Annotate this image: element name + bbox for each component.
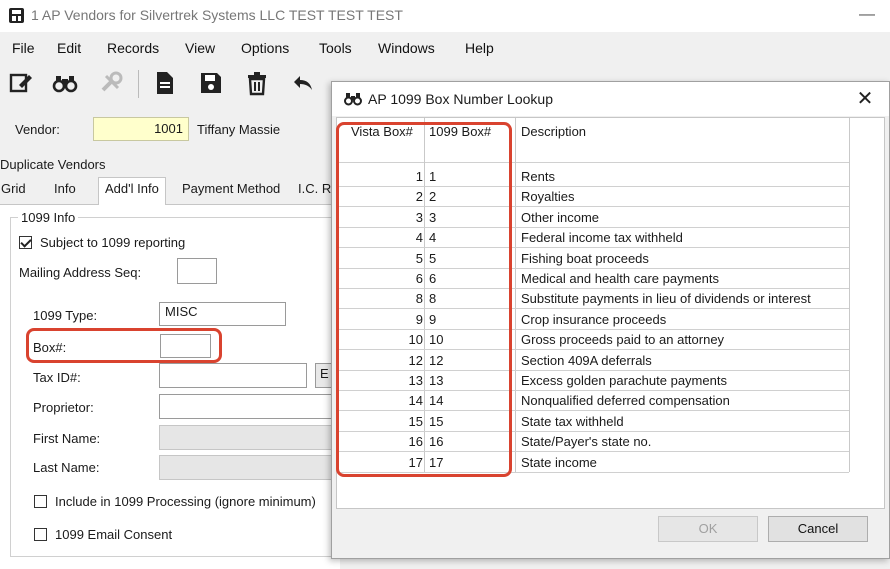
tax-id-label: Tax ID#:: [33, 370, 81, 385]
first-name-field: [159, 425, 334, 450]
vendor-label: Vendor:: [15, 122, 60, 137]
disabled-tools-icon: [98, 70, 124, 96]
tax-id-field[interactable]: [159, 363, 307, 388]
tab-payment-method[interactable]: Payment Method: [182, 181, 280, 196]
description-cell: Fishing boat proceeds: [521, 250, 649, 266]
type-1099-label: 1099 Type:: [33, 308, 98, 323]
document-icon[interactable]: [152, 70, 178, 96]
description-cell: Rents: [521, 169, 555, 184]
description-cell: Royalties: [521, 189, 575, 205]
menu-file[interactable]: File: [12, 40, 35, 56]
box-lookup-dialog: AP 1099 Box Number Lookup ✕ Vista Box# 1…: [331, 81, 890, 559]
description-cell: Section 409A deferrals: [521, 352, 652, 368]
mailing-seq-label: Mailing Address Seq:: [19, 265, 142, 280]
menu-edit[interactable]: Edit: [57, 40, 81, 56]
description-cell: State/Payer's state no.: [521, 434, 652, 450]
tab-ic-r[interactable]: I.C. R: [298, 181, 331, 196]
undo-icon[interactable]: [290, 70, 316, 96]
include-1099-checkbox[interactable]: [34, 495, 47, 508]
vendor-number-field[interactable]: 1001: [93, 117, 189, 141]
tab-addl-info[interactable]: Add'l Info: [98, 177, 166, 205]
menu-options[interactable]: Options: [241, 40, 289, 56]
minimize-button[interactable]: —: [852, 2, 882, 28]
highlight-box-field: [26, 328, 222, 363]
find-icon[interactable]: [52, 70, 78, 96]
menu-windows[interactable]: Windows: [378, 40, 435, 56]
column-header-description[interactable]: Description: [521, 124, 586, 139]
window-title: 1 AP Vendors for Silvertrek Systems LLC …: [31, 7, 403, 23]
tab-duplicate-vendors[interactable]: Duplicate Vendors: [0, 157, 106, 172]
description-cell: Substitute payments in lieu of dividends…: [521, 291, 811, 307]
app-icon: [8, 7, 25, 24]
last-name-field: [159, 455, 334, 480]
last-name-label: Last Name:: [33, 460, 100, 475]
edit-icon[interactable]: [8, 70, 34, 96]
first-name-label: First Name:: [33, 431, 101, 446]
menu-tools[interactable]: Tools: [319, 40, 352, 56]
description-cell: Nonqualified deferred compensation: [521, 393, 730, 409]
subject-1099-checkbox[interactable]: [19, 236, 32, 249]
proprietor-label: Proprietor:: [33, 400, 94, 415]
email-consent-checkbox[interactable]: [34, 528, 47, 541]
tab-strip: Grid Info Add'l Info Payment Method I.C.…: [0, 177, 340, 205]
close-icon[interactable]: ✕: [852, 86, 878, 112]
tab-info[interactable]: Info: [54, 181, 76, 196]
menu-bar: File Edit Records View Options Tools Win…: [0, 36, 890, 62]
email-consent-label: 1099 Email Consent: [55, 527, 173, 542]
mailing-seq-field[interactable]: [177, 258, 217, 284]
toolbar-separator: [138, 70, 139, 98]
description-cell: Gross proceeds paid to an attorney: [521, 332, 725, 348]
tab-grid[interactable]: Grid: [1, 181, 26, 196]
binoculars-icon: [344, 91, 362, 107]
dialog-title: AP 1099 Box Number Lookup: [368, 91, 553, 107]
description-cell: Medical and health care payments: [521, 271, 720, 286]
proprietor-field[interactable]: [159, 394, 334, 419]
description-cell: Excess golden parachute payments: [521, 373, 727, 388]
description-cell: State income: [521, 454, 597, 470]
description-cell: Crop insurance proceeds: [521, 311, 667, 327]
type-1099-field[interactable]: MISC: [159, 302, 286, 326]
title-bar: 1 AP Vendors for Silvertrek Systems LLC …: [0, 0, 890, 32]
save-icon[interactable]: [198, 70, 224, 96]
description-cell: Other income: [521, 209, 600, 225]
highlight-box-columns: [336, 122, 512, 477]
delete-icon[interactable]: [244, 70, 270, 96]
cancel-button[interactable]: Cancel: [768, 516, 868, 542]
include-1099-label: Include in 1099 Processing (ignore minim…: [55, 494, 316, 509]
group-title: 1099 Info: [18, 210, 79, 225]
description-cell: Federal income tax withheld: [521, 230, 683, 246]
ok-button[interactable]: OK: [658, 516, 758, 542]
vendor-name: Tiffany Massie: [197, 122, 281, 137]
menu-help[interactable]: Help: [465, 40, 494, 56]
menu-view[interactable]: View: [185, 40, 215, 56]
menu-records[interactable]: Records: [107, 40, 159, 56]
description-cell: State tax withheld: [521, 413, 624, 429]
column-divider: [849, 118, 850, 472]
dialog-title-bar: AP 1099 Box Number Lookup ✕: [332, 82, 889, 116]
subject-1099-label: Subject to 1099 reporting: [40, 235, 186, 250]
